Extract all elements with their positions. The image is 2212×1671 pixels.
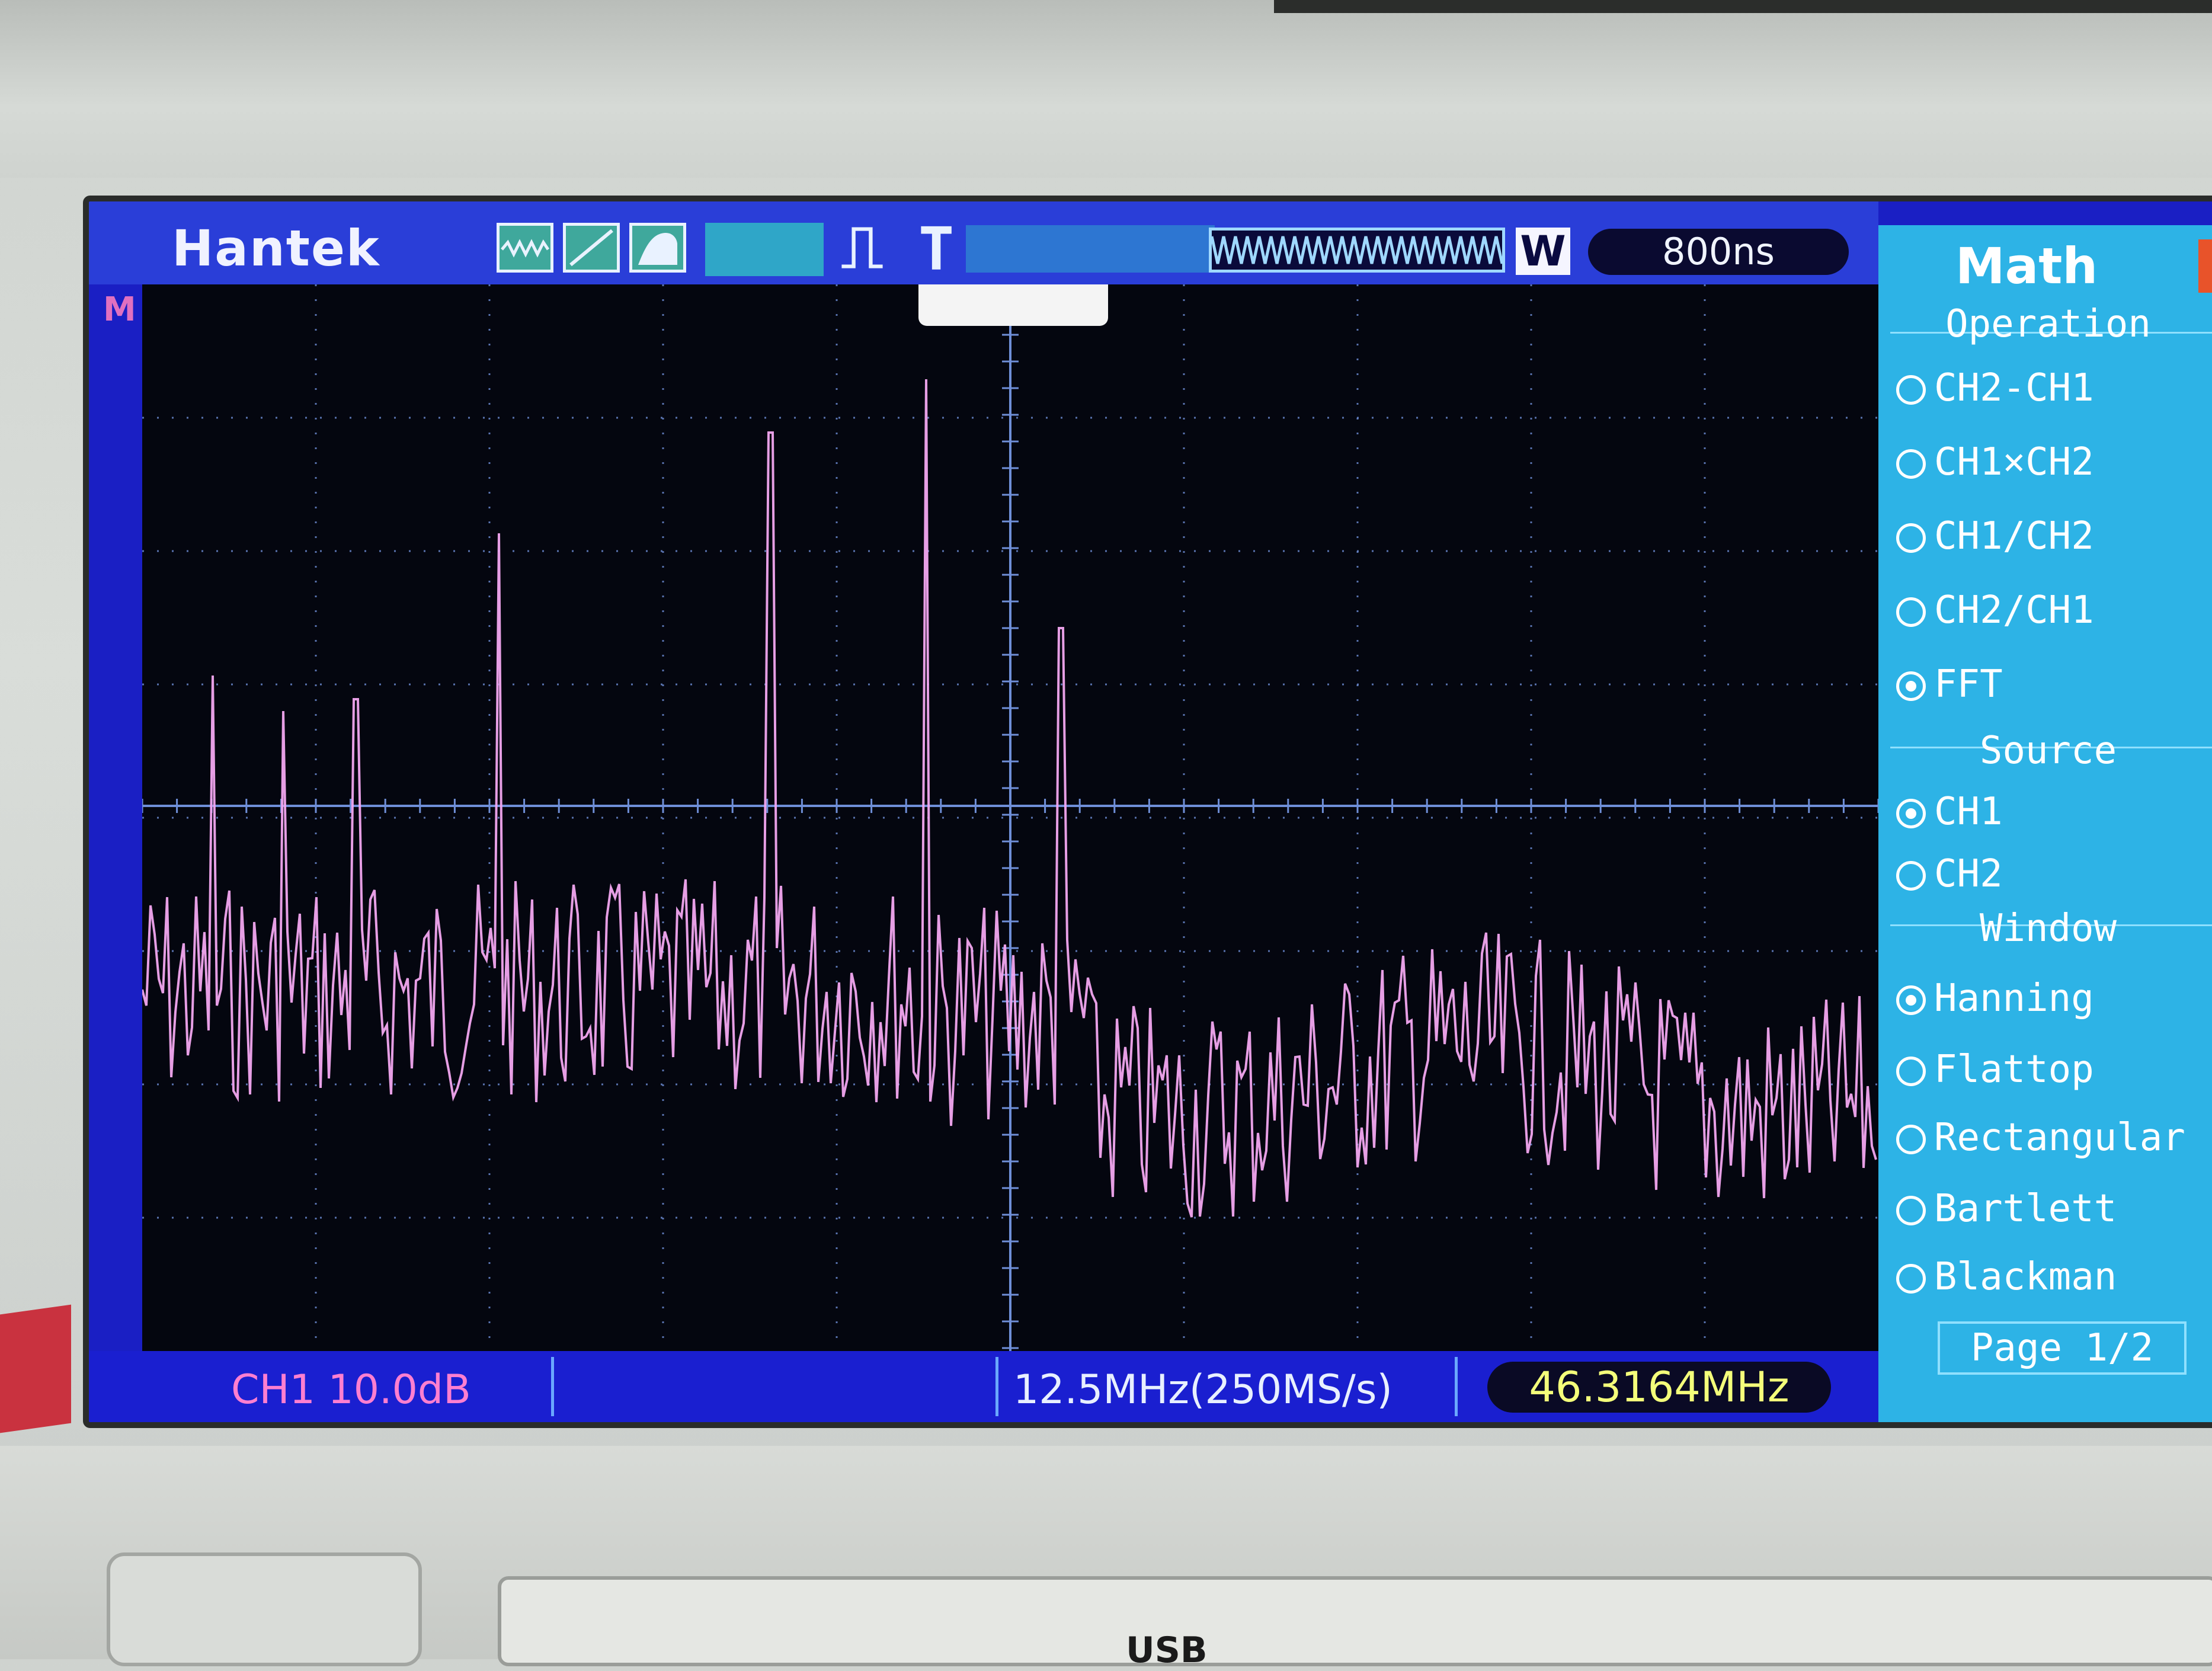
operation-option-ch2-ch1[interactable]: CH2-CH1 xyxy=(1896,361,2094,415)
operation-heading: Operation xyxy=(1945,302,2151,346)
trigger-label: T xyxy=(918,215,955,284)
divider xyxy=(995,1357,998,1416)
operation-option-ch1-div-ch2[interactable]: CH1/CH2 xyxy=(1896,510,2094,563)
menu-close-button[interactable] xyxy=(2198,239,2212,293)
divider xyxy=(1455,1357,1458,1416)
divider xyxy=(551,1357,554,1416)
spectrum-display xyxy=(142,284,1878,1351)
bottom-info-bar: CH1 10.0dB 12.5MHz(250MS/s) 46.3164MHz xyxy=(89,1351,1878,1422)
red-tape xyxy=(0,1304,71,1433)
cursor-frequency-readout: 46.3164MHz xyxy=(1487,1362,1831,1413)
window-option-hanning[interactable]: Hanning xyxy=(1896,972,2094,1025)
source-heading: Source xyxy=(1979,729,2117,773)
radio-icon xyxy=(1896,449,1926,479)
acquire-status-box xyxy=(705,223,824,276)
fill-icon xyxy=(629,223,686,273)
device-bezel-top xyxy=(0,0,2212,178)
radio-icon xyxy=(1896,861,1926,891)
operation-option-ch2-div-ch1[interactable]: CH2/CH1 xyxy=(1896,584,2094,637)
radio-icon xyxy=(1896,1125,1926,1155)
radio-icon xyxy=(1896,1264,1926,1294)
window-option-rectangular[interactable]: Rectangular xyxy=(1896,1111,2185,1164)
top-status-bar: Hantek ⎍ T W 800ns xyxy=(89,201,1878,284)
window-option-flattop[interactable]: Flattop xyxy=(1896,1043,2094,1096)
operation-option-fft[interactable]: FFT xyxy=(1896,658,2003,711)
radio-icon xyxy=(1896,597,1926,628)
source-option-ch2[interactable]: CH2 xyxy=(1896,847,2003,901)
radio-icon xyxy=(1896,1196,1926,1226)
radio-selected-icon xyxy=(1896,985,1926,1016)
ramp-icon xyxy=(563,223,620,273)
graticule xyxy=(142,284,1878,1351)
power-button[interactable] xyxy=(107,1552,422,1666)
radio-icon xyxy=(1896,523,1926,553)
source-option-ch1[interactable]: CH1 xyxy=(1896,785,2003,838)
usb-port-panel xyxy=(498,1576,2212,1666)
radio-selected-icon xyxy=(1896,671,1926,702)
oscilloscope-screen: Hantek ⎍ T W 800ns M CH1 10.0dB 12.5MHz(… xyxy=(83,196,2212,1428)
math-channel-marker[interactable]: M xyxy=(103,290,136,329)
waveform-icon xyxy=(497,223,553,273)
usb-label: USB xyxy=(1126,1630,1208,1671)
menu-title: Math xyxy=(1955,237,2098,295)
window-badge: W xyxy=(1516,228,1570,275)
window-option-bartlett[interactable]: Bartlett xyxy=(1896,1182,2117,1235)
window-heading: Window xyxy=(1979,907,2117,950)
device-top-slot xyxy=(1274,0,2212,13)
radio-icon xyxy=(1896,1057,1926,1087)
page-button[interactable]: Page 1/2 xyxy=(1938,1321,2187,1375)
operation-option-ch1xch2[interactable]: CH1×CH2 xyxy=(1896,436,2094,489)
fft-span-readout: 12.5MHz(250MS/s) xyxy=(1013,1366,1392,1413)
brand-logo: Hantek xyxy=(172,219,380,277)
trigger-position-marker[interactable] xyxy=(918,284,1108,326)
window-option-blackman[interactable]: Blackman xyxy=(1896,1250,2117,1304)
radio-icon xyxy=(1896,375,1926,405)
timebase-readout: 800ns xyxy=(1588,229,1849,275)
record-length-icon xyxy=(1209,228,1505,273)
trigger-edge-icon: ⎍ xyxy=(841,212,883,281)
trigger-info-dim xyxy=(966,225,1215,273)
math-menu: Math Operation CH2-CH1 CH1×CH2 CH1/CH2 C… xyxy=(1878,225,2212,1422)
ch1-scale-readout: CH1 10.0dB xyxy=(231,1366,471,1413)
radio-selected-icon xyxy=(1896,799,1926,829)
